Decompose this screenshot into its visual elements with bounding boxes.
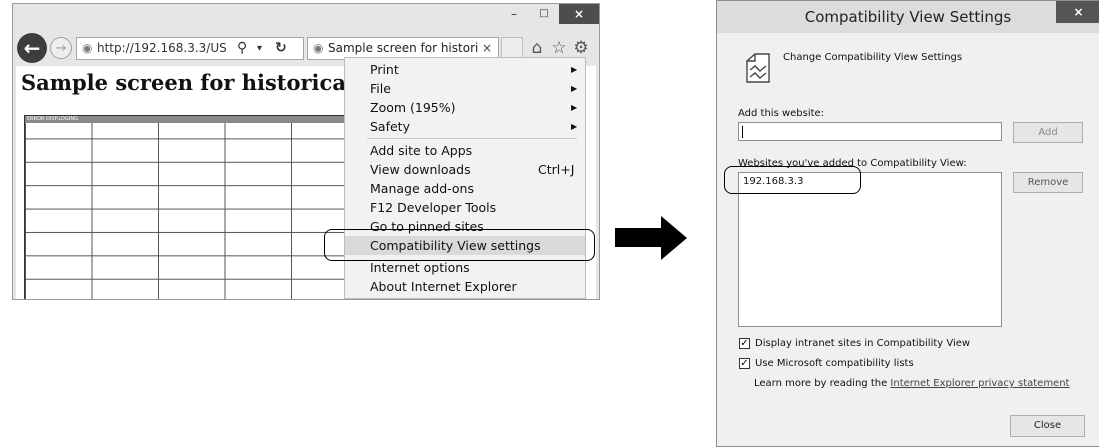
minimize-button[interactable]: – [499, 4, 529, 24]
highlight-callout-compatibility [324, 229, 595, 261]
add-website-input[interactable] [738, 122, 1002, 141]
refresh-icon[interactable]: ↻ [275, 38, 287, 59]
menu-item-safety[interactable]: Safety ▶ [345, 117, 585, 136]
compatibility-view-dialog: Compatibility View Settings × Change Com… [716, 0, 1099, 447]
forward-button[interactable]: → [50, 37, 72, 59]
menu-item-print[interactable]: Print ▶ [345, 60, 585, 79]
gear-icon[interactable]: ⚙ [571, 37, 591, 59]
address-bar[interactable]: ◉ http://192.168.3.3/USER/SM ⚲ ▾ ↻ [76, 37, 304, 60]
menu-item-label: Zoom (195%) [370, 100, 456, 115]
add-website-label: Add this website: [738, 108, 825, 119]
submenu-arrow-icon: ▶ [571, 122, 578, 131]
close-button[interactable]: Close [1010, 415, 1085, 437]
menu-item-label: Safety [370, 119, 410, 134]
text-caret [742, 126, 743, 138]
menu-item-manage-add-ons[interactable]: Manage add-ons [345, 179, 585, 198]
highlight-callout-site [724, 166, 861, 194]
tab-close-icon[interactable]: × [482, 38, 492, 59]
submenu-arrow-icon: ▶ [571, 84, 578, 93]
dialog-title: Compatibility View Settings [804, 8, 1012, 26]
menu-item-zoom[interactable]: Zoom (195%) ▶ [345, 98, 585, 117]
dialog-close-button[interactable]: × [1056, 1, 1099, 23]
ms-lists-checkbox-label: Use Microsoft compatibility lists [755, 358, 914, 369]
menu-item-file[interactable]: File ▶ [345, 79, 585, 98]
home-icon[interactable]: ⌂ [527, 37, 547, 59]
maximize-button[interactable]: □ [529, 4, 559, 24]
intranet-checkbox-label: Display intranet sites in Compatibility … [755, 338, 971, 349]
learn-more-text: Learn more by reading the Internet Explo… [754, 378, 1069, 389]
add-button[interactable]: Add [1013, 122, 1083, 143]
websites-list[interactable]: 192.168.3.3 [738, 172, 1002, 327]
chevron-down-icon[interactable]: ▾ [257, 38, 262, 59]
menu-item-label: Manage add-ons [370, 181, 474, 196]
favorites-star-icon[interactable]: ☆ [549, 37, 569, 59]
dialog-heading: Change Compatibility View Settings [783, 52, 963, 63]
learn-more-prefix: Learn more by reading the [754, 378, 891, 389]
menu-item-label: File [370, 81, 391, 96]
submenu-arrow-icon: ▶ [571, 65, 578, 74]
menu-item-label: Print [370, 62, 399, 77]
menu-item-about-internet-explorer[interactable]: About Internet Explorer [345, 277, 585, 296]
remove-button[interactable]: Remove [1013, 172, 1083, 193]
submenu-arrow-icon: ▶ [571, 103, 578, 112]
menu-item-view-downloads[interactable]: View downloads Ctrl+J [345, 160, 585, 179]
menu-item-label: About Internet Explorer [370, 279, 517, 294]
menu-item-label: F12 Developer Tools [370, 200, 497, 215]
compatibility-settings-icon [746, 53, 770, 83]
ie-page-icon: ◉ [82, 41, 93, 55]
arrow-right-icon [661, 216, 687, 260]
tab-title: Sample screen for historica... [328, 41, 478, 55]
menu-separator [367, 138, 577, 139]
ms-lists-checkbox[interactable]: ✓ [739, 358, 750, 369]
address-url[interactable]: http://192.168.3.3/USER/SM [97, 38, 227, 59]
intranet-checkbox[interactable]: ✓ [739, 338, 750, 349]
menu-item-label: View downloads [370, 162, 471, 177]
menu-shortcut: Ctrl+J [538, 162, 575, 177]
close-window-button[interactable]: × [559, 4, 599, 24]
menu-item-f12-developer-tools[interactable]: F12 Developer Tools [345, 198, 585, 217]
ie-page-icon: ◉ [313, 41, 324, 55]
menu-item-label: Add site to Apps [370, 143, 473, 158]
dialog-titlebar: Compatibility View Settings × [717, 1, 1099, 33]
back-button[interactable]: ← [17, 33, 47, 63]
arrow-shaft [615, 228, 661, 247]
privacy-statement-link[interactable]: Internet Explorer privacy statement [890, 378, 1069, 389]
tools-menu: Print ▶ File ▶ Zoom (195%) ▶ Safety ▶ Ad… [344, 57, 586, 299]
search-icon[interactable]: ⚲ [237, 38, 247, 59]
menu-item-add-site-to-apps[interactable]: Add site to Apps [345, 141, 585, 160]
